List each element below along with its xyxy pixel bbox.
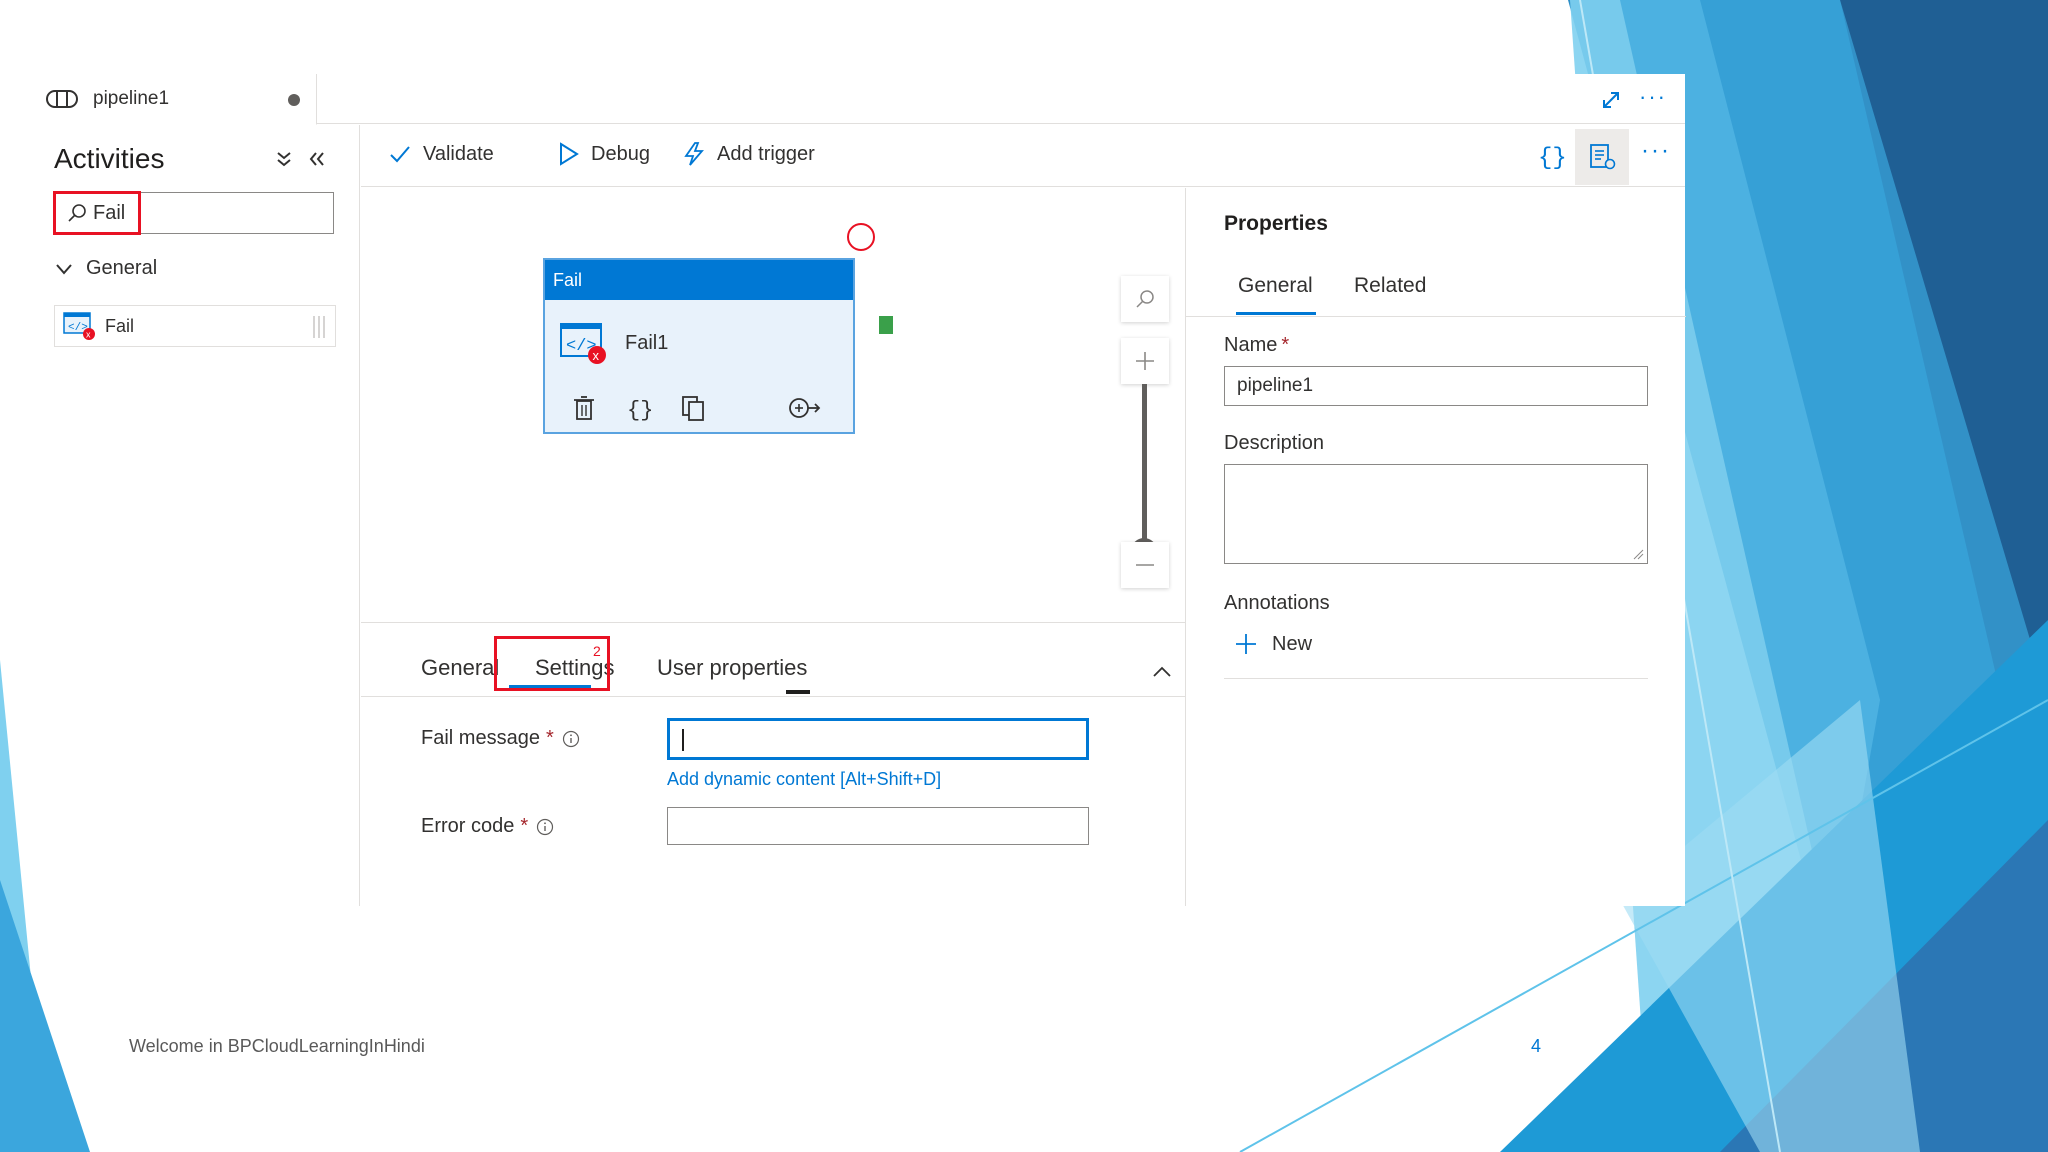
play-icon (560, 142, 579, 166)
required-mark: * (545, 727, 554, 749)
text-caret (682, 729, 684, 751)
node-type-label: Fail (545, 260, 853, 300)
add-output-icon[interactable] (787, 394, 823, 422)
info-icon[interactable] (562, 730, 580, 748)
properties-tab-divider (1186, 316, 1686, 317)
fail-activity-node[interactable]: Fail </> x Fail1 {} (543, 258, 855, 434)
info-icon[interactable] (536, 818, 554, 836)
error-code-label: Error code * (421, 815, 554, 838)
properties-toggle-button[interactable] (1575, 129, 1629, 185)
checkmark-icon (390, 146, 410, 163)
svg-text:x: x (86, 330, 91, 340)
unsaved-dot-icon (288, 94, 300, 106)
toolbar-more-icon[interactable]: ··· (1641, 137, 1671, 165)
required-mark: * (520, 815, 529, 837)
settings-highlight-box (494, 636, 610, 691)
activity-group-label: General (86, 257, 158, 279)
svg-text:{}: {} (627, 398, 653, 422)
fail-message-label: Fail message * (421, 727, 580, 750)
search-icon (1136, 290, 1154, 308)
properties-pane: Properties General Related Name* Descrip… (1185, 188, 1686, 906)
properties-tab-general[interactable]: General (1238, 274, 1313, 298)
activity-item-fail[interactable]: </> x Fail (54, 305, 336, 347)
zoom-slider-track[interactable] (1142, 384, 1147, 544)
description-textarea[interactable] (1224, 464, 1648, 564)
properties-icon (1590, 144, 1616, 170)
description-label: Description (1224, 432, 1325, 454)
hide-pane-icon[interactable] (307, 149, 327, 169)
properties-title: Properties (1224, 212, 1328, 235)
clone-icon[interactable] (679, 394, 707, 422)
tab-divider (361, 696, 1185, 697)
more-options-icon[interactable]: ··· (1639, 84, 1667, 110)
fail-message-input[interactable] (667, 718, 1089, 760)
collapse-all-icon[interactable] (274, 149, 294, 169)
tab-general[interactable]: General (421, 655, 499, 681)
fail-message-label-text: Fail message (421, 727, 540, 749)
pipeline-toolbar: Validate Debug Add trigger {} ··· (361, 125, 1685, 187)
adf-editor-window: pipeline1 ··· Activities Fail General </… (27, 74, 1686, 906)
properties-tab-related[interactable]: Related (1354, 274, 1426, 298)
success-output-port[interactable] (879, 316, 893, 334)
slide-page-number: 4 (1531, 1036, 1542, 1056)
svg-text:x: x (593, 348, 600, 363)
name-label: Name * (1224, 334, 1289, 357)
canvas-search-button[interactable] (1121, 276, 1169, 322)
debug-button[interactable]: Debug (555, 141, 650, 167)
code-braces-icon[interactable]: {} (1533, 139, 1567, 173)
active-tab-underline (509, 685, 591, 688)
required-mark: * (1281, 334, 1290, 356)
pipeline-icon (46, 90, 78, 108)
activity-item-label: Fail (105, 315, 135, 336)
annotations-divider (1224, 678, 1648, 679)
activities-title: Activities (54, 143, 165, 174)
delete-icon[interactable] (571, 394, 597, 422)
pipeline-canvas[interactable]: Fail </> x Fail1 {} (361, 188, 1185, 694)
zoom-in-button[interactable] (1121, 338, 1169, 384)
expand-icon[interactable] (1599, 88, 1623, 112)
plus-icon (1136, 352, 1154, 370)
add-trigger-button[interactable]: Add trigger (681, 141, 815, 167)
validate-button[interactable]: Validate (387, 141, 494, 167)
tab-user-properties[interactable]: User properties (657, 655, 807, 681)
error-code-label-text: Error code (421, 815, 515, 837)
activities-pane: Activities General </> (27, 125, 360, 906)
error-code-input[interactable] (667, 807, 1089, 845)
pipeline-tab[interactable]: pipeline1 (27, 74, 317, 125)
pipeline-tab-label: pipeline1 (93, 88, 170, 109)
resize-grip-icon[interactable] (1632, 548, 1644, 560)
view-code-icon[interactable]: {} (625, 394, 653, 422)
active-tab-underline (1236, 312, 1316, 315)
svg-text:{}: {} (1538, 145, 1567, 172)
drag-handle-icon[interactable] (311, 314, 327, 340)
add-trigger-label: Add trigger (717, 142, 815, 165)
chevron-down-icon (56, 263, 72, 275)
name-label-text: Name (1224, 334, 1278, 356)
debug-label: Debug (591, 142, 650, 165)
chevron-up-icon[interactable] (1151, 661, 1173, 683)
editor-tab-bar: pipeline1 ··· (27, 74, 1685, 125)
plus-icon (1236, 634, 1256, 654)
zoom-out-button[interactable] (1121, 542, 1169, 588)
new-annotation-button[interactable]: New (1234, 632, 1312, 656)
minus-icon (1136, 564, 1154, 566)
highlight-circle (847, 223, 875, 251)
add-dynamic-content-link[interactable]: Add dynamic content [Alt+Shift+D] (667, 769, 941, 790)
search-highlight-box (53, 191, 141, 235)
slide-footer: Welcome in BPCloudLearningInHindi (129, 1036, 425, 1056)
fail-activity-icon: </> x (63, 312, 95, 340)
activity-group-general[interactable]: General (54, 257, 157, 280)
lightning-icon (684, 142, 704, 166)
validate-label: Validate (423, 142, 494, 165)
fail-activity-icon: </> x (560, 323, 606, 364)
new-annotation-label: New (1272, 632, 1313, 655)
activity-settings-panel: General Settings 2 User properties Fail … (361, 622, 1185, 906)
node-name: Fail1 (625, 332, 669, 354)
annotations-label: Annotations (1224, 592, 1330, 614)
pipeline-name-input[interactable] (1224, 366, 1648, 406)
